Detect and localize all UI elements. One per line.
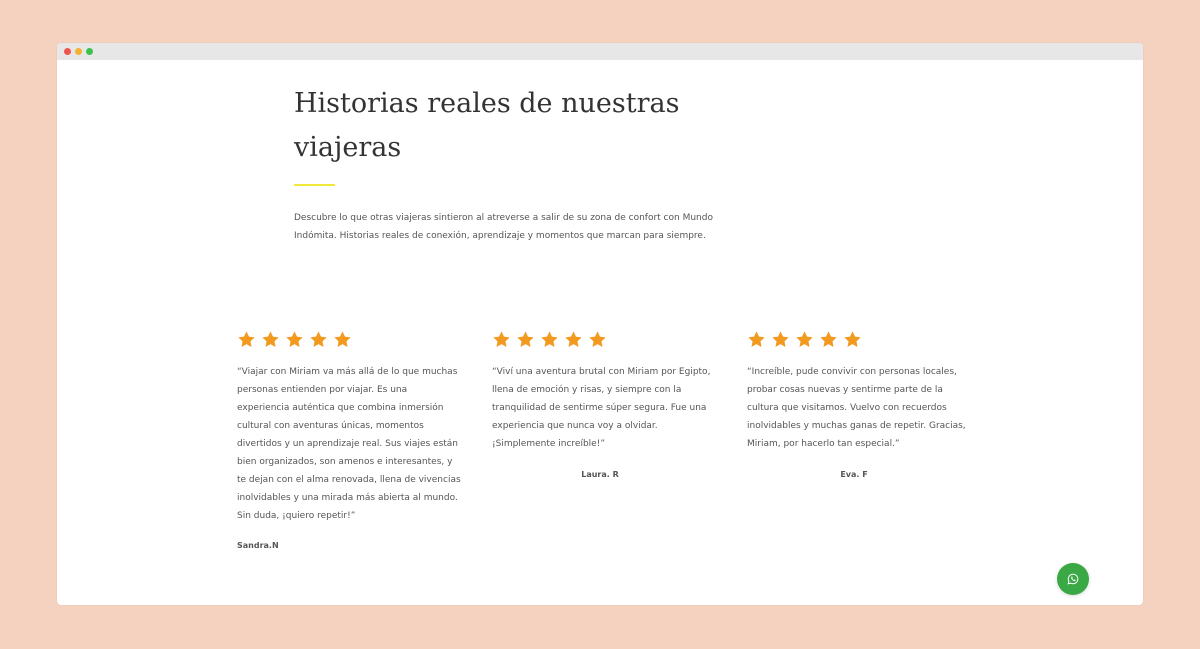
testimonial-quote: “Viví una aventura brutal con Miriam por… [492,367,711,449]
testimonial-author: Eva. F [840,470,868,479]
whatsapp-icon [1067,570,1079,589]
testimonial-card: “Increíble, pude convivir con personas l… [747,330,972,479]
section-intro: Descubre lo que otras viajeras sintieron… [294,213,713,241]
star-icon [492,330,511,349]
star-icon [747,330,766,349]
section-title: Historias reales de nuestras viajeras [294,88,680,163]
testimonial-card: “Viví una aventura brutal con Miriam por… [492,330,717,479]
star-rating [492,330,717,349]
testimonial-quote: “Increíble, pude convivir con personas l… [747,367,966,449]
star-icon [237,330,256,349]
star-icon [588,330,607,349]
star-icon [771,330,790,349]
star-icon [819,330,838,349]
star-icon [795,330,814,349]
star-rating [237,330,462,349]
testimonial-author: Laura. R [581,470,619,479]
whatsapp-button[interactable] [1057,563,1089,595]
star-icon [843,330,862,349]
star-icon [333,330,352,349]
star-icon [540,330,559,349]
star-icon [564,330,583,349]
star-icon [261,330,280,349]
star-icon [516,330,535,349]
star-rating [747,330,972,349]
star-icon [309,330,328,349]
maximize-window-dot[interactable] [86,48,93,55]
star-icon [285,330,304,349]
title-underline [294,184,335,186]
testimonial-card: “Viajar con Miriam va más allá de lo que… [237,330,462,550]
minimize-window-dot[interactable] [75,48,82,55]
close-window-dot[interactable] [64,48,71,55]
browser-window: Historias reales de nuestras viajeras De… [57,43,1143,605]
window-titlebar [57,43,1143,60]
testimonial-quote: “Viajar con Miriam va más allá de lo que… [237,367,461,521]
testimonial-author: Sandra.N [237,541,279,550]
